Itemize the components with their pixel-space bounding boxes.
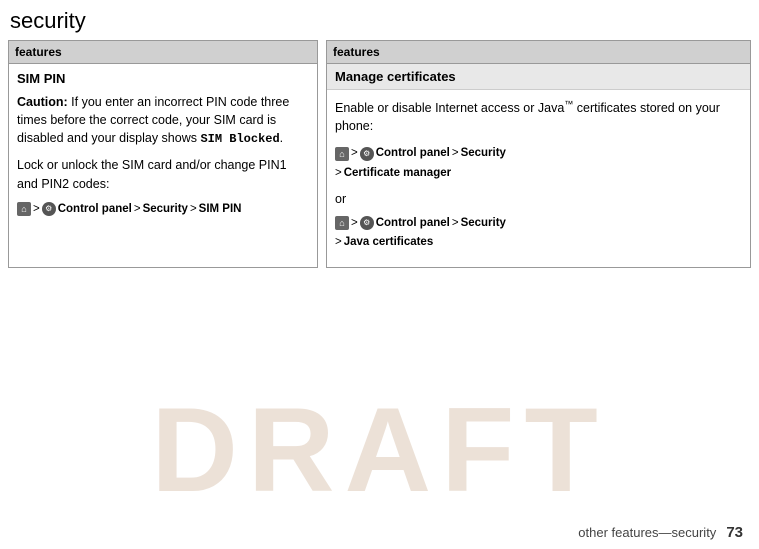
nav-r1-control-panel: Control panel [376,145,450,162]
right-nav-path-2b: > Java certificates [335,234,742,251]
nav-r1-gt1: > [351,145,358,162]
sim-blocked-text: SIM Blocked [200,132,279,146]
nav-gt2: > [134,201,141,218]
left-table: features SIM PIN Caution: If you enter a… [8,40,318,268]
caution-label: Caution: [17,95,68,109]
right-nav-block-1: ⌂ > ⚙ Control panel > Security > Certifi… [335,145,742,182]
page-number: 73 [726,524,743,541]
right-nav-path-1b: > Certificate manager [335,165,742,182]
nav-control-panel: Control panel [58,201,132,218]
gear-icon: ⚙ [42,202,56,216]
nav-r2-java-certs: Java certificates [344,234,434,251]
page-title: security [0,0,759,40]
nav-r1-cert-manager: Certificate manager [344,165,451,182]
left-nav-path: ⌂ > ⚙ Control panel > Security > SIM PIN [17,201,309,218]
home-icon: ⌂ [17,202,31,216]
right-nav-block-2: ⌂ > ⚙ Control panel > Security > Java ce… [335,215,742,252]
manage-intro: Enable or disable Internet access or Jav… [335,98,742,135]
nav-r2-control-panel: Control panel [376,215,450,232]
page-footer: other features—security 73 [0,524,759,541]
tm-superscript: ™ [564,99,573,109]
or-text: or [335,190,742,209]
right-table-body: Enable or disable Internet access or Jav… [327,90,750,267]
nav-r2-gt1: > [351,215,358,232]
sim-pin-title: SIM PIN [17,70,309,89]
right-table-header: features [327,41,750,64]
draft-watermark: DRAFT [0,381,759,519]
footer-text: other features—security [578,525,716,540]
caution-text: Caution: If you enter an incorrect PIN c… [17,93,309,149]
nav-r1-gt2: > [452,145,459,162]
left-table-header: features [9,41,317,64]
manage-certs-title: Manage certificates [327,64,750,90]
nav-r2-gt3: > [335,234,342,251]
home-icon-r2: ⌂ [335,216,349,230]
home-icon-r1: ⌂ [335,147,349,161]
content-area: features SIM PIN Caution: If you enter a… [0,40,759,276]
nav-security: Security [143,201,188,218]
lock-text: Lock or unlock the SIM card and/or chang… [17,156,309,192]
gear-icon-r1: ⚙ [360,147,374,161]
caution-period: . [280,131,283,145]
nav-sim-pin: SIM PIN [199,201,242,218]
gear-icon-r2: ⚙ [360,216,374,230]
nav-gt3: > [190,201,197,218]
right-nav-path-1: ⌂ > ⚙ Control panel > Security [335,145,742,162]
nav-r2-gt2: > [452,215,459,232]
nav-r1-gt3: > [335,165,342,182]
left-table-body: SIM PIN Caution: If you enter an incorre… [9,64,317,223]
right-nav-path-2: ⌂ > ⚙ Control panel > Security [335,215,742,232]
nav-r2-security: Security [461,215,506,232]
nav-r1-security: Security [461,145,506,162]
nav-gt1: > [33,201,40,218]
right-table: features Manage certificates Enable or d… [326,40,751,268]
